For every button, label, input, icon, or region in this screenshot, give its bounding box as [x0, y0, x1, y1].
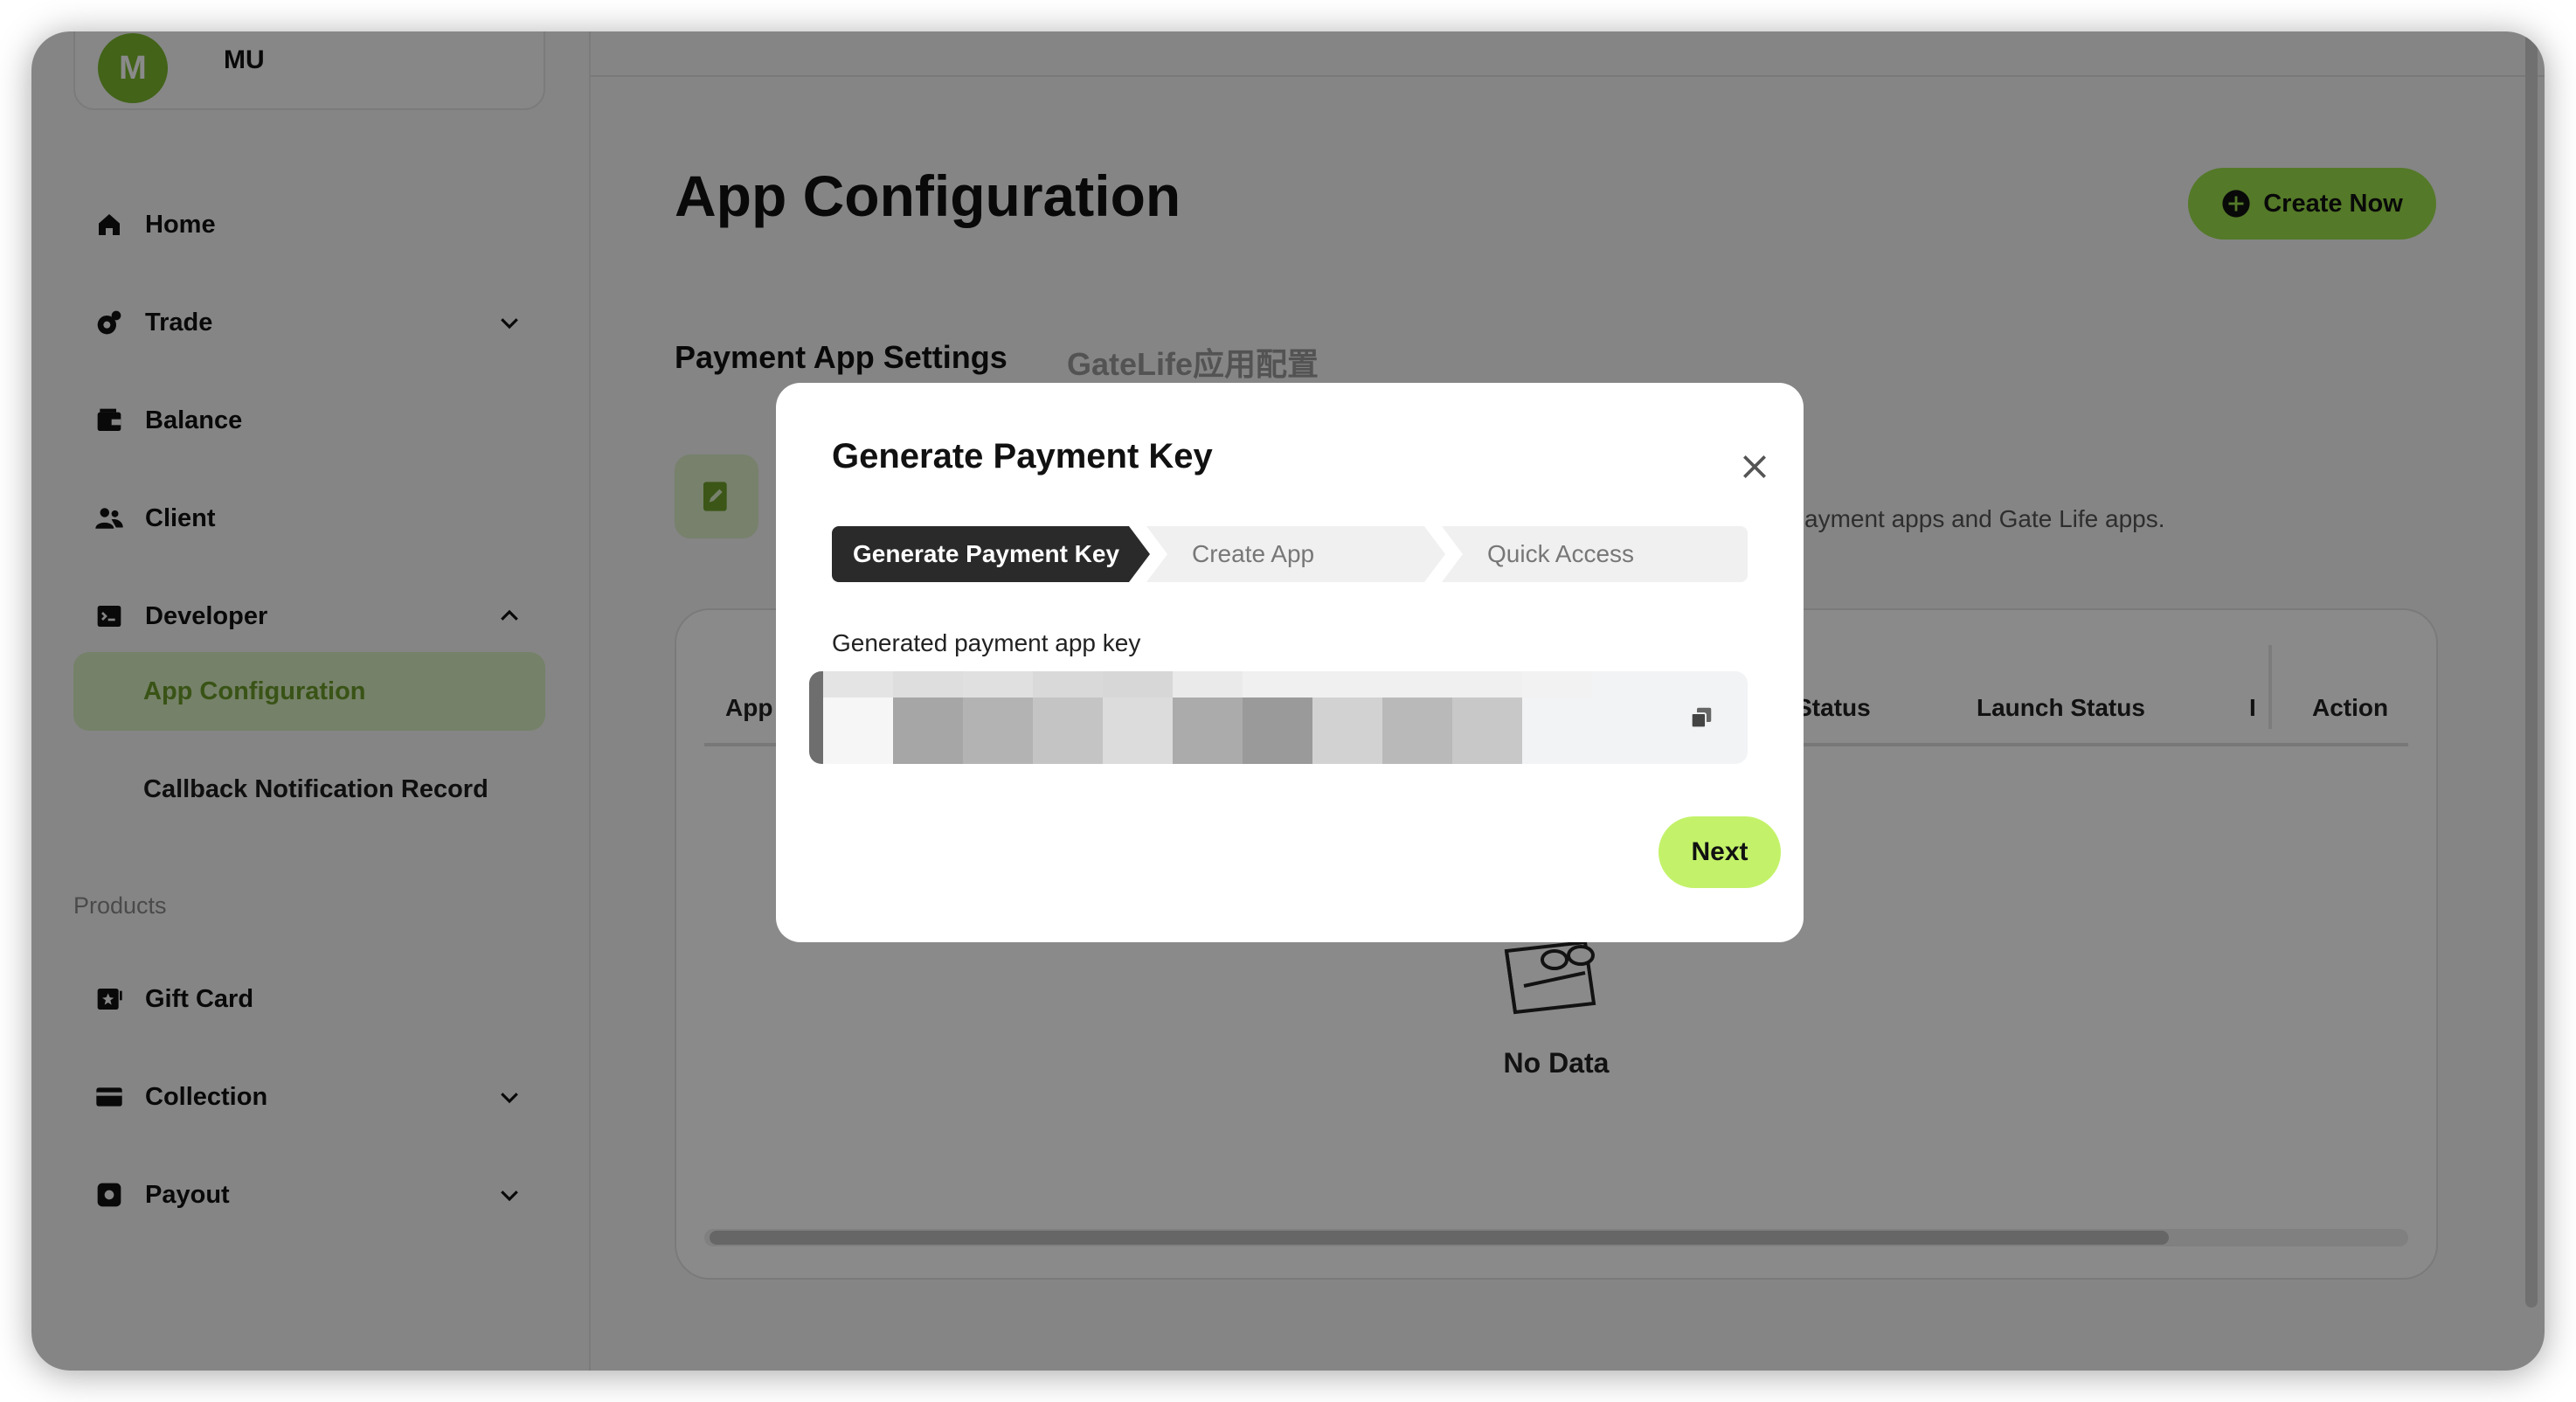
step-quick-access: Quick Access — [1442, 526, 1748, 582]
modal-title: Generate Payment Key — [832, 437, 1213, 475]
key-label: Generated payment app key — [832, 629, 1141, 656]
generate-payment-key-modal: Generate Payment Key Generate Payment Ke… — [776, 383, 1804, 942]
payment-key-field[interactable] — [809, 671, 1748, 764]
stepper: Generate Payment Key Create App Quick Ac… — [832, 526, 1748, 582]
next-button[interactable]: Next — [1658, 816, 1781, 888]
copy-icon[interactable] — [1688, 704, 1714, 731]
step-create-app: Create App — [1146, 526, 1445, 582]
step-generate-payment-key: Generate Payment Key — [832, 526, 1150, 582]
app-window: M MU Home Trade Balance Client Developer… — [31, 31, 2545, 1371]
key-field-edge — [809, 671, 823, 764]
close-icon[interactable] — [1737, 449, 1772, 484]
